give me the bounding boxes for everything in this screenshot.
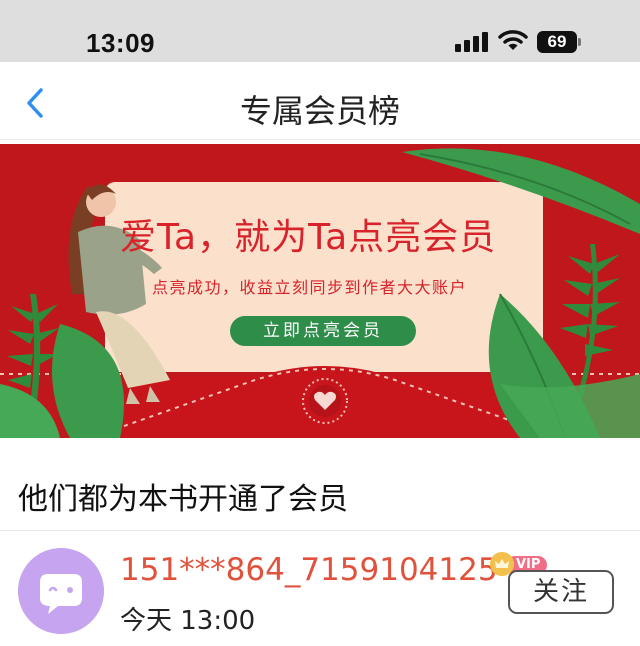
avatar[interactable] [18, 548, 104, 634]
heart-seal-icon [302, 378, 348, 424]
page-title: 专属会员榜 [239, 92, 400, 130]
battery-level: 69 [537, 31, 577, 53]
follow-button[interactable]: 关注 [508, 570, 614, 614]
member-name[interactable]: 151***864_7159104125 [120, 552, 498, 588]
banner-title: 爱Ta，就为Ta点亮会员 [120, 217, 497, 258]
divider [0, 530, 640, 531]
light-up-membership-button[interactable]: 立即点亮会员 [230, 316, 416, 346]
wifi-icon [498, 30, 528, 50]
status-time: 13:09 [86, 28, 155, 58]
battery-icon: 69 [537, 31, 582, 53]
nav-bar: 专属会员榜 [0, 62, 640, 140]
status-bar: 13:09 69 [0, 0, 640, 62]
member-time: 今天 13:00 [120, 606, 256, 636]
section-title: 他们都为本书开通了会员 [18, 482, 348, 517]
signal-icon [455, 32, 489, 52]
promo-banner[interactable]: 爱Ta，就为Ta点亮会员 点亮成功，收益立刻同步到作者大大账户 立即点亮会员 [0, 144, 640, 438]
banner-subtitle: 点亮成功，收益立刻同步到作者大大账户 [152, 278, 468, 297]
